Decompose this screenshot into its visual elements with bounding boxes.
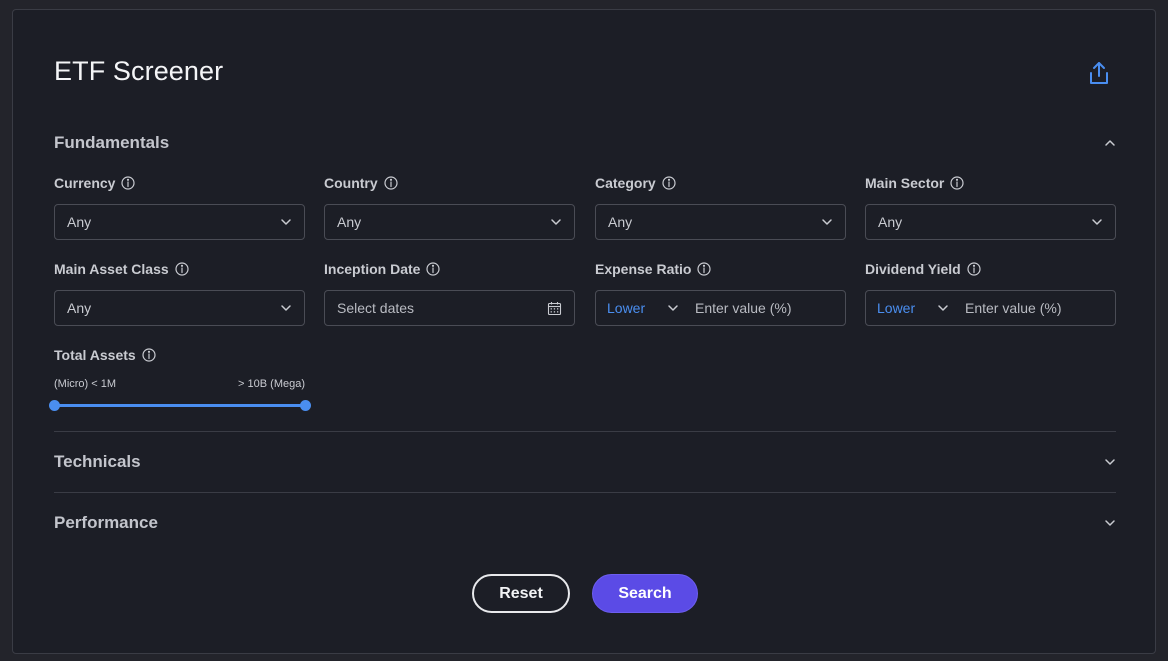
- chevron-down-icon: [281, 219, 291, 225]
- total-assets-max-label: > 10B (Mega): [238, 378, 305, 390]
- inception-date-picker[interactable]: Select dates: [324, 290, 575, 326]
- reset-button[interactable]: Reset: [472, 574, 570, 613]
- chevron-down-icon: [281, 305, 291, 311]
- section-performance-label: Performance: [54, 513, 158, 532]
- etf-screener-panel: ETF Screener Fundamentals Currency Count…: [12, 9, 1156, 654]
- chevron-down-icon: [668, 305, 678, 311]
- expense-ratio-label: Expense Ratio: [595, 261, 712, 277]
- info-icon[interactable]: [662, 176, 676, 190]
- main-asset-class-label: Main Asset Class: [54, 261, 189, 277]
- total-assets-min-label: (Micro) < 1M: [54, 378, 117, 390]
- divider: [54, 492, 1116, 493]
- main-sector-value: Any: [878, 214, 903, 230]
- category-label-text: Category: [595, 175, 656, 191]
- total-assets-slider-max-handle[interactable]: [299, 400, 311, 411]
- dividend-yield-input[interactable]: Enter value (%): [959, 300, 1115, 316]
- category-select[interactable]: Any: [595, 204, 846, 240]
- country-select[interactable]: Any: [324, 204, 575, 240]
- dividend-yield-direction: Lower: [877, 300, 916, 316]
- inception-date-label-text: Inception Date: [324, 261, 421, 277]
- chevron-down-icon: [1092, 219, 1102, 225]
- expense-ratio-input[interactable]: Enter value (%): [689, 300, 845, 316]
- category-label: Category: [595, 175, 676, 191]
- info-icon[interactable]: [384, 176, 398, 190]
- country-value: Any: [337, 214, 362, 230]
- currency-label-text: Currency: [54, 175, 116, 191]
- currency-select[interactable]: Any: [54, 204, 305, 240]
- main-asset-class-label-text: Main Asset Class: [54, 261, 169, 277]
- expense-ratio-label-text: Expense Ratio: [595, 261, 692, 277]
- info-icon[interactable]: [697, 262, 712, 276]
- main-asset-class-value: Any: [67, 300, 92, 316]
- chevron-down-icon: [551, 219, 561, 225]
- currency-value: Any: [67, 214, 92, 230]
- chevron-down-icon: [822, 219, 832, 225]
- dividend-yield-label: Dividend Yield: [865, 261, 981, 277]
- info-icon[interactable]: [142, 348, 156, 362]
- currency-label: Currency: [54, 175, 136, 191]
- total-assets-label-text: Total Assets: [54, 347, 136, 363]
- chevron-down-icon: [938, 305, 948, 311]
- calendar-icon[interactable]: [547, 301, 562, 316]
- share-upload-icon[interactable]: [1087, 60, 1111, 86]
- category-value: Any: [608, 214, 633, 230]
- dividend-yield-direction-select[interactable]: Lower: [866, 300, 959, 316]
- section-performance-header[interactable]: Performance: [54, 509, 1116, 537]
- section-technicals-header[interactable]: Technicals: [54, 448, 1116, 476]
- divider: [54, 431, 1116, 432]
- search-button[interactable]: Search: [592, 574, 698, 613]
- dividend-yield-combo: Lower Enter value (%): [865, 290, 1116, 326]
- total-assets-slider-min-handle[interactable]: [48, 400, 60, 411]
- section-fundamentals-label: Fundamentals: [54, 133, 170, 152]
- total-assets-label: Total Assets: [54, 347, 156, 363]
- info-icon[interactable]: [967, 262, 981, 276]
- expense-ratio-combo: Lower Enter value (%): [595, 290, 846, 326]
- dividend-yield-label-text: Dividend Yield: [865, 261, 961, 277]
- inception-date-label: Inception Date: [324, 261, 441, 277]
- inception-date-placeholder: Select dates: [337, 300, 415, 316]
- section-fundamentals-header[interactable]: Fundamentals: [54, 129, 1116, 157]
- total-assets-slider-track[interactable]: [54, 404, 305, 407]
- main-sector-label-text: Main Sector: [865, 175, 945, 191]
- info-icon[interactable]: [426, 262, 441, 276]
- page-title: ETF Screener: [54, 56, 224, 86]
- chevron-down-icon[interactable]: [1104, 517, 1116, 529]
- main-sector-label: Main Sector: [865, 175, 964, 191]
- expense-ratio-direction-select[interactable]: Lower: [596, 300, 689, 316]
- chevron-up-icon[interactable]: [1104, 137, 1116, 149]
- country-label: Country: [324, 175, 398, 191]
- info-icon[interactable]: [121, 176, 136, 190]
- main-asset-class-select[interactable]: Any: [54, 290, 305, 326]
- total-assets-range-labels: (Micro) < 1M > 10B (Mega): [54, 378, 305, 390]
- expense-ratio-direction: Lower: [607, 300, 646, 316]
- chevron-down-icon[interactable]: [1104, 456, 1116, 468]
- info-icon[interactable]: [175, 262, 189, 276]
- section-technicals-label: Technicals: [54, 452, 141, 471]
- main-sector-select[interactable]: Any: [865, 204, 1116, 240]
- info-icon[interactable]: [950, 176, 964, 190]
- country-label-text: Country: [324, 175, 378, 191]
